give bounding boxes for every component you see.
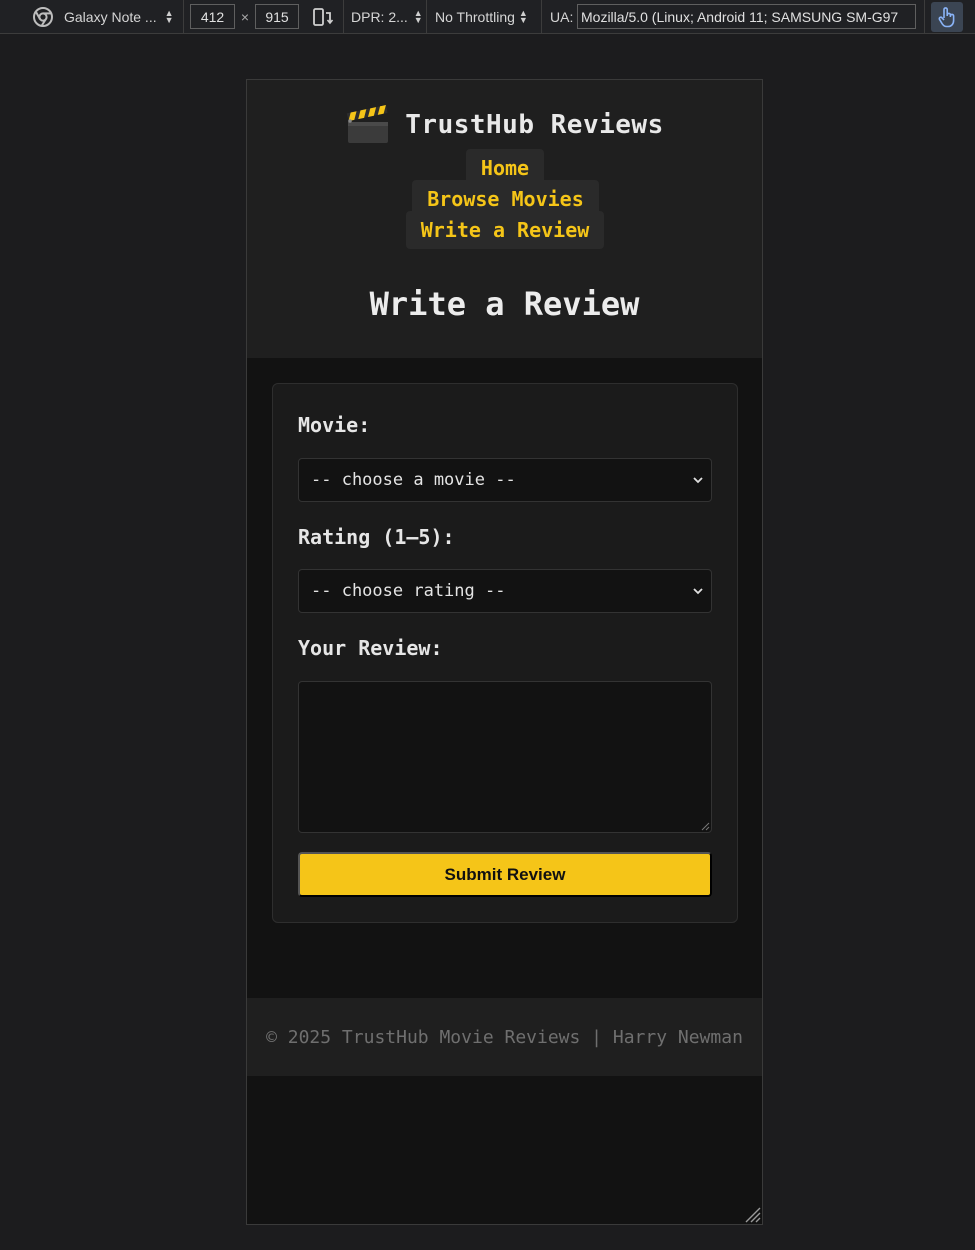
movie-label: Movie: xyxy=(298,413,371,437)
toolbar-divider xyxy=(343,0,344,33)
review-label: Your Review: xyxy=(298,636,443,660)
submit-review-button[interactable]: Submit Review xyxy=(298,852,712,897)
chevron-down-icon xyxy=(693,588,703,595)
rotate-icon[interactable] xyxy=(312,0,334,33)
movie-select-value: -- choose a movie -- xyxy=(311,470,516,490)
ua-label: UA: xyxy=(550,8,574,25)
site-header: TrustHub Reviews Home Browse Movies Writ… xyxy=(247,80,762,358)
toolbar-divider xyxy=(183,0,184,33)
device-select[interactable]: Galaxy Note ... ▲ ▼ xyxy=(64,0,182,33)
touch-toggle-button[interactable] xyxy=(931,2,963,32)
toolbar-divider xyxy=(541,0,542,33)
select-arrows-icon: ▲ ▼ xyxy=(413,7,423,25)
chrome-icon xyxy=(33,0,53,33)
throttling-label: No Throttling xyxy=(435,8,515,25)
brand: TrustHub Reviews xyxy=(247,101,762,149)
chevron-down-icon xyxy=(693,477,703,484)
throttling-select[interactable]: No Throttling ▲ ▼ xyxy=(435,0,537,33)
dimension-separator: × xyxy=(240,8,250,25)
toolbar-divider xyxy=(426,0,427,33)
dpr-label: DPR: 2... xyxy=(351,8,408,25)
movie-select[interactable]: -- choose a movie -- xyxy=(298,458,712,502)
select-arrows-icon: ▲ ▼ xyxy=(518,7,528,25)
rating-label: Rating (1–5): xyxy=(298,525,455,549)
dpr-select[interactable]: DPR: 2... ▲ ▼ xyxy=(351,0,423,33)
select-arrows-icon: ▲ ▼ xyxy=(164,7,174,25)
page-title: Write a Review xyxy=(369,285,640,323)
viewport-resize-handle-icon[interactable] xyxy=(743,1205,761,1223)
review-textarea[interactable] xyxy=(298,681,712,833)
rating-select-value: -- choose rating -- xyxy=(311,581,506,601)
devtools-device-toolbar: Galaxy Note ... ▲ ▼ 412 × 915 DPR: 2... ▲… xyxy=(0,0,975,34)
clapperboard-icon xyxy=(347,105,389,143)
touch-icon xyxy=(938,7,955,28)
nav-write-review-link[interactable]: Write a Review xyxy=(406,211,604,249)
rating-select[interactable]: -- choose rating -- xyxy=(298,569,712,613)
user-agent-input[interactable]: Mozilla/5.0 (Linux; Android 11; SAMSUNG … xyxy=(577,4,916,29)
review-form: Movie: -- choose a movie -- Rating (1–5)… xyxy=(272,383,738,923)
width-input[interactable]: 412 xyxy=(190,4,235,29)
resize-handle-icon[interactable] xyxy=(700,821,710,831)
device-viewport: TrustHub Reviews Home Browse Movies Writ… xyxy=(246,79,763,1225)
site-footer: © 2025 TrustHub Movie Reviews | Harry Ne… xyxy=(247,998,762,1076)
toolbar-divider xyxy=(924,0,925,33)
height-input[interactable]: 915 xyxy=(255,4,299,29)
device-name: Galaxy Note ... xyxy=(64,8,157,25)
site-title: TrustHub Reviews xyxy=(405,110,664,140)
